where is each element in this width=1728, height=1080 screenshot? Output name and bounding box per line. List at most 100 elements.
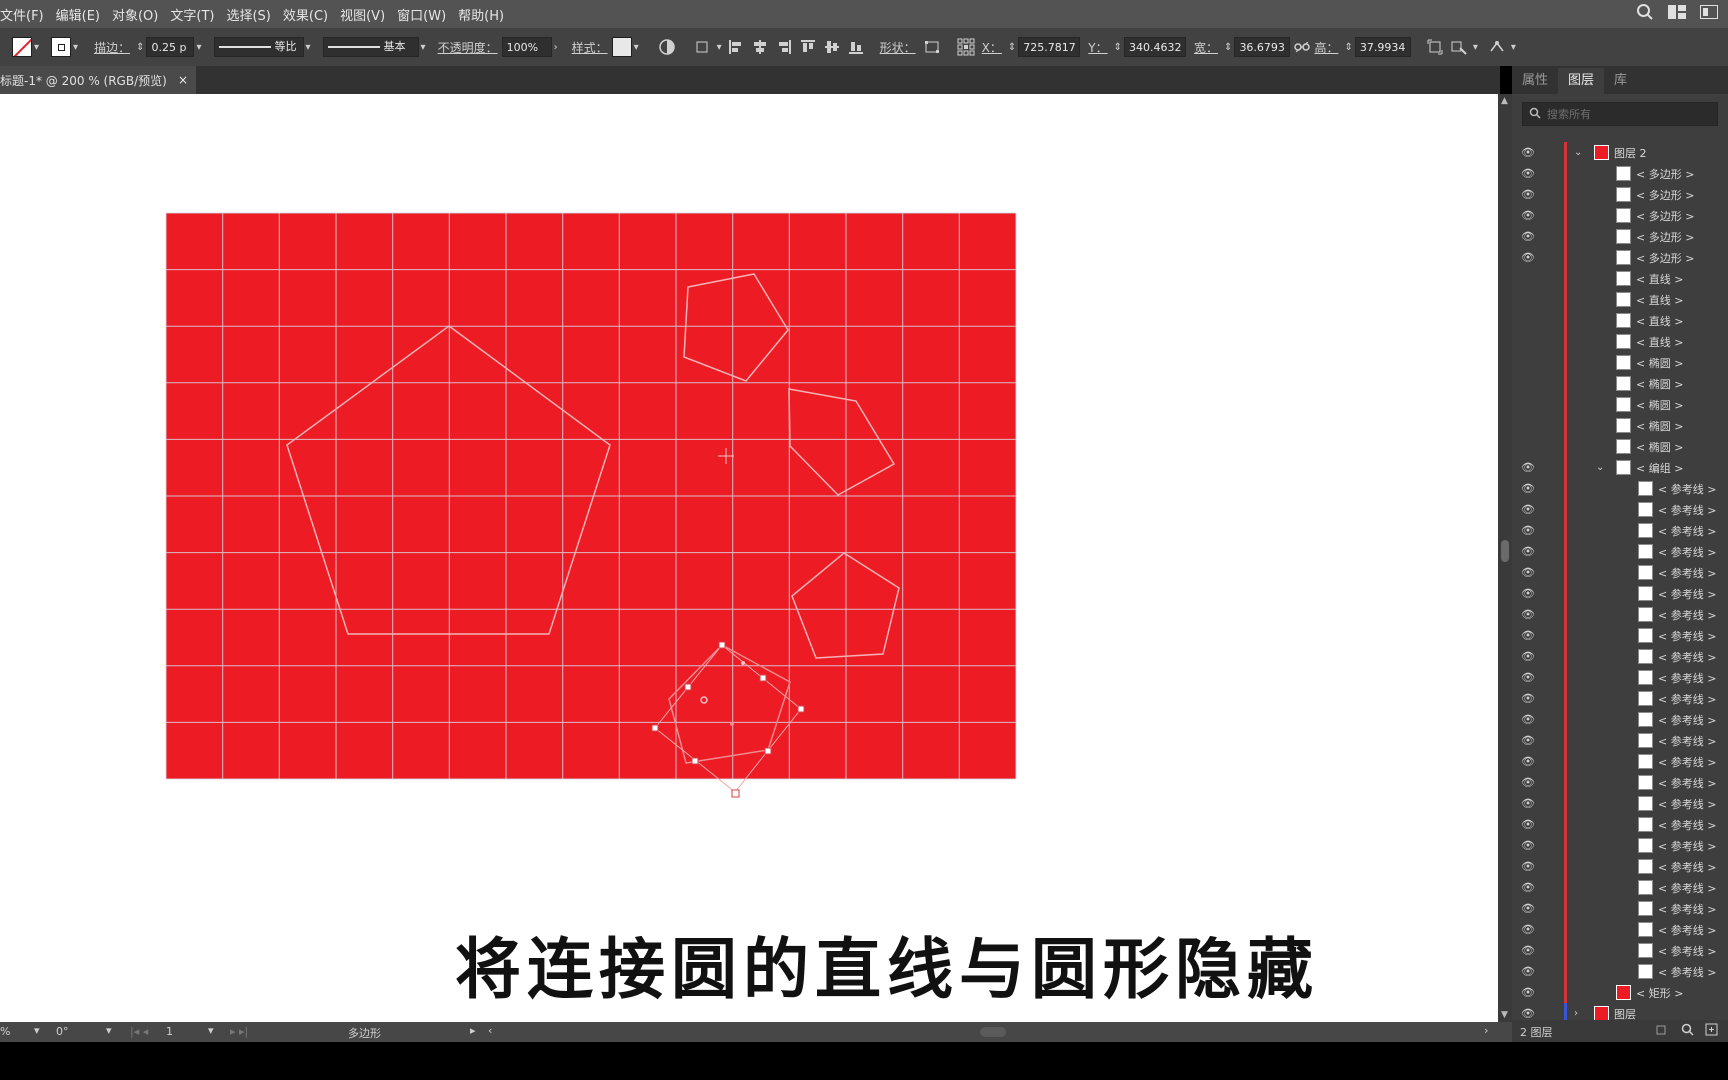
eye-icon[interactable]: 👁 bbox=[1520, 251, 1536, 264]
eye-icon[interactable]: 👁 bbox=[1520, 587, 1536, 600]
layer-row-polygon[interactable]: 👁 < 多边形 > bbox=[1512, 226, 1728, 247]
eye-icon[interactable]: 👁 bbox=[1520, 965, 1536, 978]
layer-row-ellipse[interactable]: < 椭圆 > bbox=[1512, 394, 1728, 415]
layer-row-line[interactable]: < 直线 > bbox=[1512, 310, 1728, 331]
layer-row-guide[interactable]: 👁 < 参考线 > bbox=[1512, 478, 1728, 499]
chevron-down-icon[interactable]: ▾ bbox=[208, 1024, 214, 1037]
variable-width-profile[interactable]: 等比 ▾ bbox=[213, 37, 313, 57]
scroll-down-icon[interactable]: ▼ bbox=[1501, 1010, 1508, 1020]
layer-row-guide[interactable]: 👁 < 参考线 > bbox=[1512, 898, 1728, 919]
menu-view[interactable]: 视图(V) bbox=[334, 5, 391, 24]
eye-icon[interactable]: 👁 bbox=[1520, 503, 1536, 516]
chevron-down-icon[interactable]: ▾ bbox=[1511, 42, 1516, 53]
stepper-icon[interactable]: ⇕ bbox=[136, 42, 144, 53]
chevron-down-icon[interactable]: ▾ bbox=[34, 1024, 40, 1037]
eye-icon[interactable]: 👁 bbox=[1520, 902, 1536, 915]
align-right-icon[interactable] bbox=[775, 38, 793, 56]
eye-icon[interactable]: 👁 bbox=[1520, 797, 1536, 810]
layer-row-guide[interactable]: 👁 < 参考线 > bbox=[1512, 961, 1728, 982]
last-artboard-icon[interactable]: ▸ ▸| bbox=[230, 1025, 248, 1038]
stepper-icon[interactable]: ⇕ bbox=[1114, 42, 1122, 53]
brush-definition[interactable]: 基本 ▾ bbox=[322, 37, 428, 57]
menu-object[interactable]: 对象(O) bbox=[106, 5, 164, 24]
puppet-icon[interactable] bbox=[1488, 38, 1506, 56]
x-input[interactable]: 725.7817 bbox=[1018, 37, 1081, 57]
align-top-icon[interactable] bbox=[799, 38, 817, 56]
layer-row-polygon[interactable]: 👁 < 多边形 > bbox=[1512, 247, 1728, 268]
layer-row-ellipse[interactable]: < 椭圆 > bbox=[1512, 352, 1728, 373]
artboard-field[interactable]: 1 bbox=[166, 1025, 173, 1038]
reference-point-icon[interactable] bbox=[957, 38, 975, 56]
layer-row-guide[interactable]: 👁 < 参考线 > bbox=[1512, 499, 1728, 520]
eye-icon[interactable]: 👁 bbox=[1520, 692, 1536, 705]
chevron-right-icon[interactable]: › bbox=[1484, 1024, 1488, 1037]
height-input[interactable]: 37.9934 bbox=[1354, 37, 1411, 57]
stepper-icon[interactable]: ⇕ bbox=[1344, 42, 1352, 53]
scroll-up-icon[interactable]: ▲ bbox=[1501, 96, 1508, 106]
search-icon[interactable] bbox=[1681, 1023, 1694, 1039]
chevron-down-icon[interactable]: ⌄ bbox=[1596, 462, 1604, 473]
horizontal-scroll-thumb[interactable] bbox=[980, 1027, 1006, 1037]
layer-row-guide[interactable]: 👁 < 参考线 > bbox=[1512, 919, 1728, 940]
canvas[interactable]: 将连接圆的直线与圆形隐藏 bbox=[0, 94, 1498, 1022]
chevron-right-icon[interactable]: ▸ bbox=[470, 1024, 476, 1037]
stepper-icon[interactable]: ⇕ bbox=[1008, 42, 1016, 53]
eye-icon[interactable]: 👁 bbox=[1520, 734, 1536, 747]
eye-icon[interactable]: 👁 bbox=[1520, 566, 1536, 579]
eye-icon[interactable]: 👁 bbox=[1520, 188, 1536, 201]
style-swatch[interactable] bbox=[611, 37, 632, 57]
layer-row-guide[interactable]: 👁 < 参考线 > bbox=[1512, 793, 1728, 814]
align-left-icon[interactable] bbox=[727, 38, 745, 56]
eye-icon[interactable]: 👁 bbox=[1520, 839, 1536, 852]
eye-icon[interactable]: 👁 bbox=[1520, 482, 1536, 495]
align-center-v-icon[interactable] bbox=[823, 38, 841, 56]
layer-search-field[interactable]: 搜索所有 bbox=[1522, 102, 1718, 126]
eye-icon[interactable]: 👁 bbox=[1520, 629, 1536, 642]
chevron-down-icon[interactable]: ▾ bbox=[634, 42, 639, 53]
export-icon[interactable] bbox=[1656, 1023, 1668, 1038]
eye-icon[interactable]: 👁 bbox=[1520, 776, 1536, 789]
y-input[interactable]: 340.4632 bbox=[1124, 37, 1187, 57]
eye-icon[interactable]: 👁 bbox=[1520, 986, 1536, 999]
layer-row-group[interactable]: 👁 ⌄ < 编组 > bbox=[1512, 457, 1728, 478]
canvas-vertical-scrollbar[interactable]: ▲ ▼ bbox=[1498, 94, 1512, 1022]
layer-row-line[interactable]: < 直线 > bbox=[1512, 289, 1728, 310]
fill-swatch[interactable]: ▾ bbox=[12, 37, 41, 57]
layer-row-line[interactable]: < 直线 > bbox=[1512, 268, 1728, 289]
eye-icon[interactable]: 👁 bbox=[1520, 545, 1536, 558]
isolate-icon[interactable] bbox=[1450, 38, 1468, 56]
align-center-h-icon[interactable] bbox=[751, 38, 769, 56]
layer-row-line[interactable]: < 直线 > bbox=[1512, 331, 1728, 352]
chevron-down-icon[interactable]: ▾ bbox=[1473, 42, 1478, 53]
stroke-weight-input[interactable]: 0.25 p bbox=[146, 37, 195, 57]
menu-effect[interactable]: 效果(C) bbox=[277, 5, 334, 24]
eye-icon[interactable]: 👁 bbox=[1520, 713, 1536, 726]
stepper-icon[interactable]: ⇕ bbox=[1224, 42, 1232, 53]
close-icon[interactable]: × bbox=[178, 73, 188, 87]
tab-layers[interactable]: 图层 bbox=[1558, 68, 1605, 94]
tab-libraries[interactable]: 库 bbox=[1604, 68, 1637, 94]
layer-row-polygon[interactable]: 👁 < 多边形 > bbox=[1512, 205, 1728, 226]
layer-row-guide[interactable]: 👁 < 参考线 > bbox=[1512, 688, 1728, 709]
chevron-right-icon[interactable]: › bbox=[554, 42, 558, 53]
layer-row-guide[interactable]: 👁 < 参考线 > bbox=[1512, 877, 1728, 898]
menu-window[interactable]: 窗口(W) bbox=[391, 5, 452, 24]
layer-row-guide[interactable]: 👁 < 参考线 > bbox=[1512, 940, 1728, 961]
stroke-swatch[interactable]: ▾ bbox=[51, 37, 80, 57]
recolor-icon[interactable] bbox=[658, 38, 676, 56]
menu-type[interactable]: 文字(T) bbox=[164, 5, 220, 24]
width-input[interactable]: 36.6793 bbox=[1234, 37, 1291, 57]
layer-row-guide[interactable]: 👁 < 参考线 > bbox=[1512, 646, 1728, 667]
menu-help[interactable]: 帮助(H) bbox=[452, 5, 510, 24]
chevron-down-icon[interactable]: ⌄ bbox=[1574, 147, 1582, 158]
layer-row-polygon[interactable]: 👁 < 多边形 > bbox=[1512, 184, 1728, 205]
document-tab[interactable]: 标题-1* @ 200 % (RGB/预览) × bbox=[0, 66, 196, 94]
eye-icon[interactable]: 👁 bbox=[1520, 461, 1536, 474]
eye-icon[interactable]: 👁 bbox=[1520, 818, 1536, 831]
eye-icon[interactable]: 👁 bbox=[1520, 671, 1536, 684]
eye-icon[interactable]: 👁 bbox=[1520, 209, 1536, 222]
chevron-down-icon[interactable]: ▾ bbox=[106, 1024, 112, 1037]
eye-icon[interactable]: 👁 bbox=[1520, 881, 1536, 894]
layer-row-ellipse[interactable]: < 椭圆 > bbox=[1512, 373, 1728, 394]
chevron-down-icon[interactable]: ▾ bbox=[196, 42, 201, 53]
